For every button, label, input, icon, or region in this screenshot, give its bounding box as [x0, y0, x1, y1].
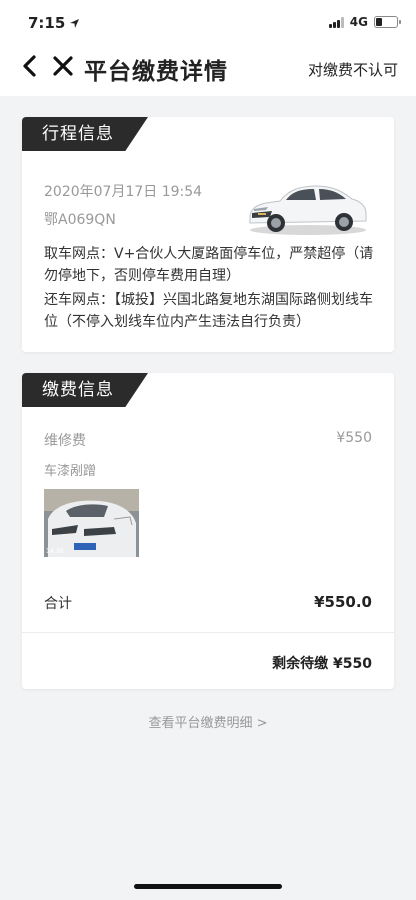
- return-location: 还车网点：【城投】兴国北路复地东湖国际路侧划线车位（不停入划线车位内产生违法自行…: [44, 292, 373, 330]
- remaining-amount: 剩余待缴 ¥550: [272, 656, 372, 672]
- battery-icon: [374, 16, 401, 28]
- close-button[interactable]: [50, 52, 76, 80]
- damage-photo-image: 14:36: [44, 489, 139, 557]
- repair-fee-label: 维修费: [44, 433, 86, 449]
- signal-icon: [328, 16, 344, 28]
- damage-description: 车漆剐蹭: [44, 464, 97, 479]
- back-button[interactable]: [16, 52, 42, 80]
- payment-info-card: 缴费信息 维修费 ¥550 车漆剐蹭 14:36 合计 ¥550.0 剩余待缴 …: [22, 373, 394, 689]
- location-arrow-icon: [70, 18, 80, 28]
- pickup-location: 取车网点：V+合伙人大厦路面停车位，严禁超停（请勿停地下，否则停车费用自理）: [44, 246, 374, 284]
- nav-bar: 平台缴费详情 对缴费不认可: [0, 44, 416, 96]
- license-plate: 鄂A069QN: [44, 212, 116, 228]
- chevron-left-icon: [23, 55, 36, 77]
- damage-photo[interactable]: 14:36: [44, 489, 139, 557]
- status-time: 7:15: [28, 14, 80, 32]
- status-bar: 7:15 4G: [0, 0, 416, 44]
- clock: 7:15: [28, 14, 66, 32]
- repair-fee-value: ¥550: [336, 430, 372, 446]
- payment-section-title: 缴费信息: [22, 373, 148, 407]
- trip-datetime: 2020年07月17日 19:54: [44, 184, 203, 200]
- car-image: [249, 185, 367, 235]
- header: 7:15 4G 平台缴费详情 对缴费不认可: [0, 0, 416, 96]
- status-indicators: 4G: [328, 15, 401, 29]
- trip-section-title: 行程信息: [22, 117, 148, 151]
- payment-detail-link[interactable]: 查看平台缴费明细 >: [0, 712, 416, 731]
- total-value: ¥550.0: [314, 593, 372, 611]
- home-indicator[interactable]: [134, 884, 282, 889]
- trip-info-card: 行程信息 2020年07月17日 19:54 鄂A069QN 取车网点：V+合伙…: [22, 117, 394, 352]
- divider: [22, 632, 394, 633]
- network-label: 4G: [349, 15, 368, 29]
- page-title: 平台缴费详情: [84, 59, 228, 85]
- dispute-payment-button[interactable]: 对缴费不认可: [308, 59, 398, 80]
- total-label: 合计: [44, 596, 72, 612]
- close-icon: [53, 56, 73, 76]
- photo-timestamp: 14:36: [46, 548, 64, 555]
